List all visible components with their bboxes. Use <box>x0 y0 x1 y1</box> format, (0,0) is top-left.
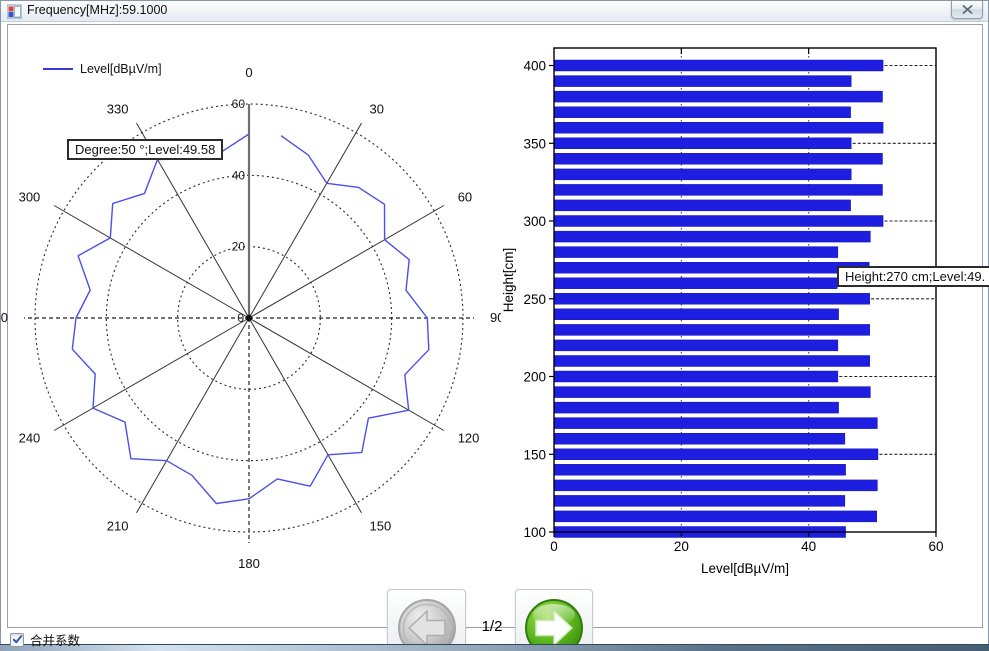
svg-text:0: 0 <box>237 311 244 325</box>
svg-text:20: 20 <box>674 539 689 554</box>
svg-text:Height[cm]: Height[cm] <box>501 248 516 313</box>
merge-coefficient-checkbox[interactable]: 合并系数 <box>10 630 80 649</box>
svg-text:210: 210 <box>107 519 129 534</box>
svg-text:270: 270 <box>1 310 8 325</box>
close-icon <box>962 5 973 14</box>
svg-text:0: 0 <box>245 65 252 80</box>
svg-text:30: 30 <box>370 101 384 116</box>
svg-text:180: 180 <box>238 556 260 571</box>
polar-tooltip: Degree:50 °;Level:49.58 <box>67 139 223 160</box>
svg-text:0: 0 <box>550 539 558 554</box>
svg-text:300: 300 <box>19 190 41 205</box>
svg-text:60: 60 <box>928 539 943 554</box>
svg-text:20: 20 <box>232 240 246 254</box>
titlebar: Frequency[MHz]:59.1000 <box>1 1 988 22</box>
bar-chart[interactable]: 100 150 200 250 300 350 400 0 20 40 60 Level[dBµV/m… <box>501 32 989 583</box>
arrow-right-icon <box>523 597 585 651</box>
svg-text:150: 150 <box>370 519 392 534</box>
svg-text:Level[dBµV/m]: Level[dBµV/m] <box>701 561 789 576</box>
arrow-left-icon <box>396 597 458 651</box>
svg-text:60: 60 <box>232 97 246 111</box>
svg-text:100: 100 <box>523 525 546 540</box>
svg-text:40: 40 <box>801 539 816 554</box>
svg-text:330: 330 <box>107 101 129 116</box>
next-page-button[interactable] <box>515 589 593 651</box>
svg-text:150: 150 <box>523 447 546 462</box>
svg-text:240: 240 <box>19 431 41 446</box>
checkbox-box[interactable] <box>10 633 24 647</box>
svg-text:90: 90 <box>490 310 501 325</box>
client-area: Level[dBµV/m] 0 30 60 90 120 150 180 210 240 270 3… <box>1 22 988 644</box>
page-indicator: 1/2 <box>469 618 515 635</box>
window-bottom-frame <box>0 644 989 651</box>
bar-tooltip: Height:270 cm;Level:49. <box>837 266 989 287</box>
svg-text:60: 60 <box>458 190 472 205</box>
polar-chart[interactable]: 0 30 60 90 120 150 180 210 240 270 300 330 0 20 40 60 <box>1 42 501 582</box>
close-button[interactable] <box>951 1 983 19</box>
svg-text:40: 40 <box>232 168 246 182</box>
svg-text:200: 200 <box>523 370 546 385</box>
app-window: Frequency[MHz]:59.1000 Level[dBµV/m] 0 30… <box>0 0 989 651</box>
svg-text:400: 400 <box>523 59 546 74</box>
checkbox-label: 合并系数 <box>30 630 80 649</box>
svg-text:120: 120 <box>458 431 480 446</box>
app-icon <box>7 4 22 19</box>
checkmark-icon <box>12 634 23 645</box>
previous-page-button[interactable] <box>387 589 466 651</box>
svg-text:250: 250 <box>523 292 546 307</box>
window-title: Frequency[MHz]:59.1000 <box>27 3 167 17</box>
svg-text:300: 300 <box>523 214 546 229</box>
svg-text:350: 350 <box>523 136 546 151</box>
